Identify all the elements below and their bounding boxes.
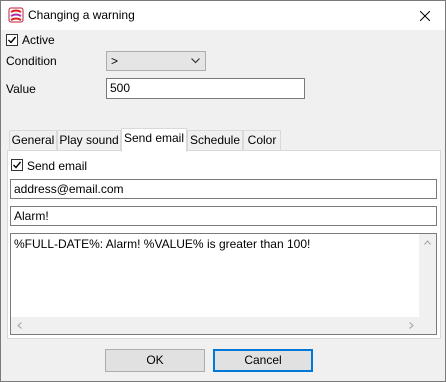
active-label: Active (22, 33, 55, 47)
value-input[interactable]: 500 (106, 78, 305, 99)
close-button[interactable] (404, 1, 445, 30)
scroll-up-icon[interactable] (419, 234, 436, 251)
checkmark-icon (13, 161, 22, 169)
email-address-field[interactable]: address@email.com (10, 179, 437, 199)
scroll-right-icon[interactable] (403, 317, 420, 334)
email-body-text: %FULL-DATE%: Alarm! %VALUE% is greater t… (14, 237, 311, 251)
tab-schedule[interactable]: Schedule (187, 130, 243, 150)
dialog-window: Changing a warning Active Condition > Va… (0, 0, 446, 382)
condition-value: > (111, 54, 119, 68)
email-body-textarea[interactable]: %FULL-DATE%: Alarm! %VALUE% is greater t… (10, 233, 437, 335)
send-email-label: Send email (27, 159, 88, 173)
condition-select[interactable]: > (106, 51, 206, 71)
send-email-checkbox[interactable] (11, 159, 23, 171)
title-bar[interactable]: Changing a warning (1, 1, 445, 30)
tab-color[interactable]: Color (243, 130, 281, 150)
cancel-button[interactable]: Cancel (213, 349, 313, 372)
checkmark-icon (8, 36, 17, 44)
tab-send-email[interactable]: Send email (121, 128, 187, 152)
app-icon (8, 7, 24, 23)
condition-label: Condition (6, 54, 57, 68)
horizontal-scrollbar[interactable] (11, 317, 436, 334)
email-subject-field[interactable]: Alarm! (10, 206, 437, 226)
active-checkbox[interactable] (6, 34, 18, 46)
tab-play-sound[interactable]: Play sound (57, 130, 121, 150)
value-label: Value (6, 82, 36, 96)
ok-button[interactable]: OK (105, 349, 205, 372)
window-title: Changing a warning (28, 8, 135, 22)
scroll-left-icon[interactable] (11, 317, 28, 334)
close-icon (419, 10, 430, 21)
chevron-down-icon (191, 58, 200, 64)
tab-general[interactable]: General (9, 130, 57, 150)
